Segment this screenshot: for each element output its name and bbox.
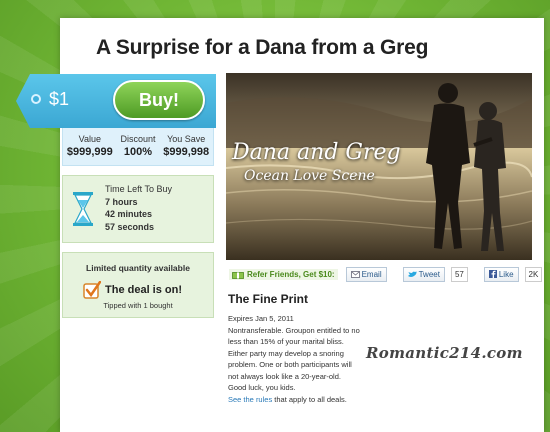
like-button[interactable]: Like xyxy=(483,266,519,282)
fine-print-line: problem. One or both participants will xyxy=(228,360,352,369)
photo-overlay-title: Dana and Greg xyxy=(232,140,401,165)
gift-icon xyxy=(232,271,244,279)
timer-heading: Time Left To Buy xyxy=(105,184,173,194)
email-button[interactable]: Email xyxy=(345,266,387,282)
email-label: Email xyxy=(361,269,382,279)
deal-status: The deal is on! xyxy=(83,281,182,299)
envelope-icon xyxy=(350,270,360,278)
tweet-label: Tweet xyxy=(418,269,440,279)
photo-overlay-subtitle: Ocean Love Scene xyxy=(244,168,375,184)
tweet-count: 57 xyxy=(450,266,468,282)
deal-title: A Surprise for a Dana from a Greg xyxy=(96,36,429,59)
hourglass-icon xyxy=(73,192,93,226)
tag-hole-icon xyxy=(31,94,41,104)
like-count: 2K xyxy=(524,266,543,282)
time-left-box: Time Left To Buy 7 hours 42 minutes 57 s… xyxy=(62,175,214,243)
couple-beach-photo xyxy=(226,73,532,260)
fine-print-line: Expires Jan 5, 2011 xyxy=(228,314,294,323)
stat-you-save: You Save $999,998 xyxy=(163,134,209,165)
tipped-text: Tipped with 1 bought xyxy=(103,301,173,310)
stat-amount: $999,998 xyxy=(163,146,210,158)
stat-label: Discount xyxy=(120,134,156,144)
availability-heading: Limited quantity available xyxy=(86,263,190,273)
like-label: Like xyxy=(498,269,514,279)
twitter-bird-icon xyxy=(407,271,417,277)
timer-hours: 7 hours xyxy=(105,196,138,207)
share-row: Refer Friends, Get $10: Email Tweet 57 L… xyxy=(229,266,543,282)
facebook-icon xyxy=(488,270,497,278)
refer-label: Refer Friends, Get $10: xyxy=(247,269,335,279)
fine-print-line: Good luck, you kids. xyxy=(228,383,296,392)
stat-value: Value $999,999 xyxy=(67,134,113,165)
fine-print-line: Nontransferable. Groupon entitled to no xyxy=(228,325,360,335)
stat-label: You Save xyxy=(167,134,206,144)
timer-seconds: 57 seconds xyxy=(105,221,155,232)
fine-print-line: not always look like a 20-year-old. xyxy=(228,371,341,381)
deal-photo xyxy=(226,73,532,260)
availability-box: Limited quantity available The deal is o… xyxy=(62,252,214,318)
stat-label: Value xyxy=(78,134,101,144)
stat-discount: Discount 100% xyxy=(120,134,155,165)
tweet-button[interactable]: Tweet xyxy=(402,266,445,282)
fine-print-heading: The Fine Print xyxy=(228,292,309,306)
deal-stats: Value $999,999 Discount 100% You Save $9… xyxy=(62,128,214,166)
refer-friends-link[interactable]: Refer Friends, Get $10: xyxy=(229,268,338,280)
rules-suffix: that apply to all deals. xyxy=(272,394,347,404)
buy-button[interactable]: Buy! xyxy=(113,80,205,120)
watermark: Romantic214.com xyxy=(366,344,523,362)
deal-status-text: The deal is on! xyxy=(105,284,183,296)
timer-minutes: 42 minutes xyxy=(105,209,153,219)
checkmark-icon xyxy=(83,281,101,299)
fine-print-text: Expires Jan 5, 2011 Nontransferable. Gro… xyxy=(228,313,378,405)
deal-price: $1 xyxy=(49,89,70,109)
rules-line: See the rules that apply to all deals. xyxy=(228,394,378,406)
fine-print-line: less than 15% of your marital bliss. xyxy=(228,337,344,346)
timer-text: Time Left To Buy 7 hours 42 minutes 57 s… xyxy=(105,183,172,233)
stat-amount: $999,999 xyxy=(66,146,113,158)
fine-print-line: Either party may develop a snoring xyxy=(228,348,344,358)
stat-amount: 100% xyxy=(123,146,153,158)
see-rules-link[interactable]: See the rules xyxy=(228,395,272,404)
